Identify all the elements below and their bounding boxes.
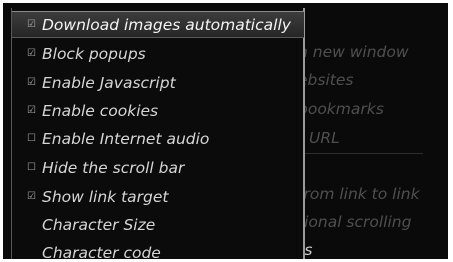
checkbox-checked-icon[interactable]: ☑: [26, 77, 37, 88]
menu-item-hide-scroll-bar[interactable]: ☐ Hide the scroll bar: [12, 154, 304, 181]
checkbox-unchecked-icon[interactable]: ☐: [26, 162, 37, 173]
checkbox-checked-icon[interactable]: ☑: [26, 105, 37, 116]
menu-item-label: Character code: [42, 243, 161, 260]
browser-settings-screen: n new window ebsites bookmarks t URL fro…: [3, 3, 448, 259]
background-menu-item: tional scrolling: [298, 213, 412, 231]
menu-item-enable-javascript[interactable]: ☑ Enable Javascript: [12, 69, 304, 96]
menu-item-label: Hide the scroll bar: [42, 158, 185, 177]
checkbox-checked-icon[interactable]: ☑: [26, 191, 37, 202]
background-menu-item: bookmarks: [298, 100, 384, 118]
background-menu-item: n new window: [298, 43, 409, 61]
menu-item-show-link-target[interactable]: ☑ Show link target: [12, 183, 304, 210]
background-menu-divider: [305, 153, 423, 154]
menu-item-character-size[interactable]: Character Size: [12, 211, 304, 238]
menu-item-label: Character Size: [42, 215, 156, 234]
settings-menu: ☑ Download images automatically ☑ Block …: [11, 8, 305, 259]
menu-item-label: Enable Internet audio: [42, 129, 210, 148]
background-menu-item: ebsites: [298, 71, 354, 89]
menu-item-download-images[interactable]: ☑ Download images automatically: [12, 11, 304, 38]
menu-item-block-popups[interactable]: ☑ Block popups: [12, 40, 304, 67]
checkbox-unchecked-icon[interactable]: ☐: [26, 133, 37, 144]
menu-item-character-code[interactable]: Character code: [12, 239, 304, 260]
menu-item-label: Show link target: [42, 187, 169, 206]
menu-item-label: Download images automatically: [42, 15, 291, 34]
menu-item-label: Enable Javascript: [42, 73, 176, 92]
menu-item-label: Enable cookies: [42, 101, 159, 120]
background-menu-item: from link to link: [298, 185, 420, 203]
menu-item-enable-cookies[interactable]: ☑ Enable cookies: [12, 97, 304, 124]
checkbox-checked-icon[interactable]: ☑: [26, 19, 37, 30]
menu-item-label: Block popups: [42, 44, 146, 63]
checkbox-checked-icon[interactable]: ☑: [26, 48, 37, 59]
menu-item-enable-internet-audio[interactable]: ☐ Enable Internet audio: [12, 125, 304, 152]
